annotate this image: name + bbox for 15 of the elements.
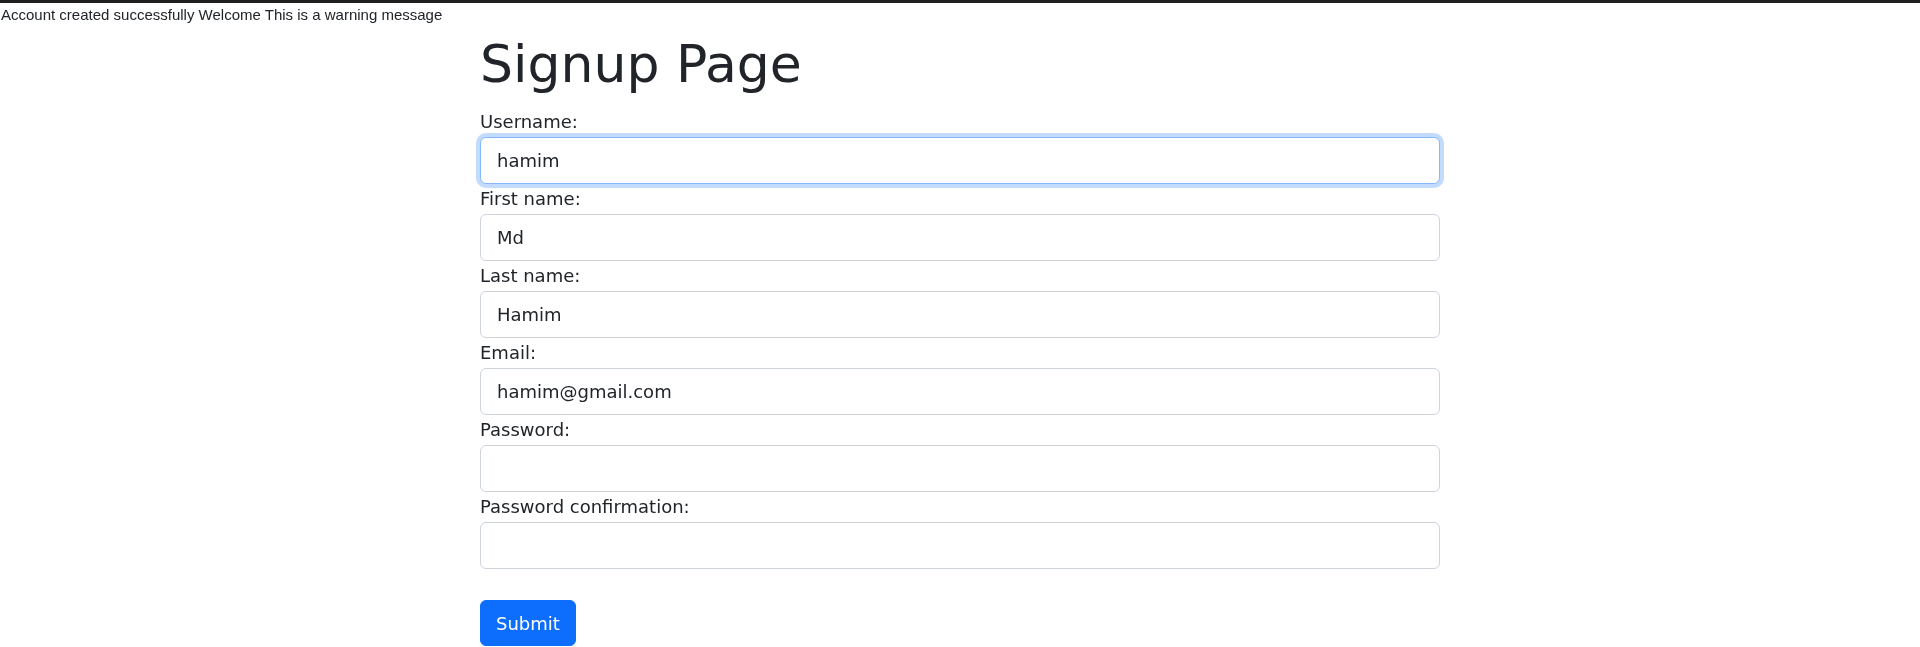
input-field[interactable] — [480, 522, 1440, 569]
field-label: Password confirmation: — [480, 495, 690, 519]
field-label: Email: — [480, 341, 536, 365]
status-message: Account created successfully Welcome This is a warning message — [0, 5, 444, 25]
field-label: First name: — [480, 187, 581, 211]
input-field[interactable]: hamim — [480, 137, 1440, 184]
field-label: Last name: — [480, 264, 581, 288]
submit-button[interactable]: Submit — [480, 600, 576, 646]
field-label: Password: — [480, 418, 571, 442]
page-title: Signup Page — [480, 33, 803, 96]
input-field[interactable]: Md — [480, 214, 1440, 261]
field-label: Username: — [480, 110, 578, 134]
input-field[interactable]: Hamim — [480, 291, 1440, 338]
input-field[interactable]: hamim@gmail.com — [480, 368, 1440, 415]
input-field[interactable] — [480, 445, 1440, 492]
